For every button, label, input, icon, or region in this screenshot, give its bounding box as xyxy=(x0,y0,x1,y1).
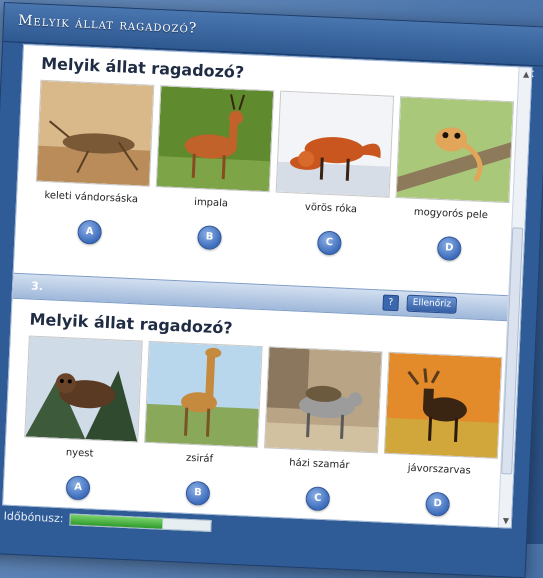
scroll-down-icon[interactable]: ▼ xyxy=(503,516,510,525)
option-b[interactable]: zsiráf B xyxy=(141,340,263,508)
option-label: mogyorós pele xyxy=(413,206,489,222)
option-label: jávorszarvas xyxy=(407,462,471,477)
question-number: 3. xyxy=(30,279,44,294)
option-label: házi szamár xyxy=(289,457,350,472)
dormouse-photo xyxy=(395,96,515,204)
quiz-content: Melyik állat ragadozó? keleti vándorsásk… xyxy=(2,43,533,529)
check-button[interactable]: Ellenőriz xyxy=(406,294,458,314)
marten-photo xyxy=(24,335,143,443)
option-label: nyest xyxy=(65,447,94,460)
window-title: Melyik állat ragadozó? xyxy=(17,12,198,37)
option-c[interactable]: házi szamár C xyxy=(261,346,383,513)
option-label: zsiráf xyxy=(185,452,214,465)
answer-button-d[interactable]: D xyxy=(425,491,451,517)
impala-photo xyxy=(155,85,275,193)
moose-photo xyxy=(383,351,503,459)
time-bonus-fill xyxy=(70,514,163,529)
option-d[interactable]: jávorszarvas D xyxy=(381,351,503,519)
answer-button-b[interactable]: B xyxy=(196,225,223,251)
fox-photo xyxy=(275,90,395,198)
answer-button-c[interactable]: C xyxy=(305,486,331,512)
option-a[interactable]: nyest A xyxy=(22,335,143,502)
answer-button-a[interactable]: A xyxy=(65,475,91,501)
donkey-photo xyxy=(264,346,383,454)
giraffe-photo xyxy=(144,340,263,448)
answer-button-c[interactable]: C xyxy=(316,230,342,256)
grasshopper-photo xyxy=(35,79,155,187)
time-bonus-label: Időbónusz: xyxy=(3,509,64,526)
answer-button-b[interactable]: B xyxy=(185,480,211,506)
time-bonus-bar xyxy=(69,513,212,532)
scroll-up-icon[interactable]: ▲ xyxy=(523,70,530,79)
answer-button-a[interactable]: A xyxy=(77,219,103,245)
question-prompt: Melyik állat ragadozó? xyxy=(40,53,245,82)
option-label: vörös róka xyxy=(304,201,358,216)
option-c[interactable]: vörös róka C xyxy=(273,90,395,258)
question-prompt: Melyik állat ragadozó? xyxy=(29,309,234,338)
scroll-thumb[interactable] xyxy=(501,227,524,475)
help-button[interactable]: ? xyxy=(382,294,400,312)
option-label: keleti vándorsáska xyxy=(44,190,139,206)
quiz-window: Melyik állat ragadozó? ⌨ ✕ Melyik állat … xyxy=(0,2,543,578)
answer-button-d[interactable]: D xyxy=(436,235,462,261)
option-d[interactable]: mogyorós pele D xyxy=(393,96,515,263)
option-label: impala xyxy=(193,196,229,210)
option-b[interactable]: impala B xyxy=(153,85,275,252)
option-a[interactable]: keleti vándorsáska A xyxy=(33,79,155,247)
